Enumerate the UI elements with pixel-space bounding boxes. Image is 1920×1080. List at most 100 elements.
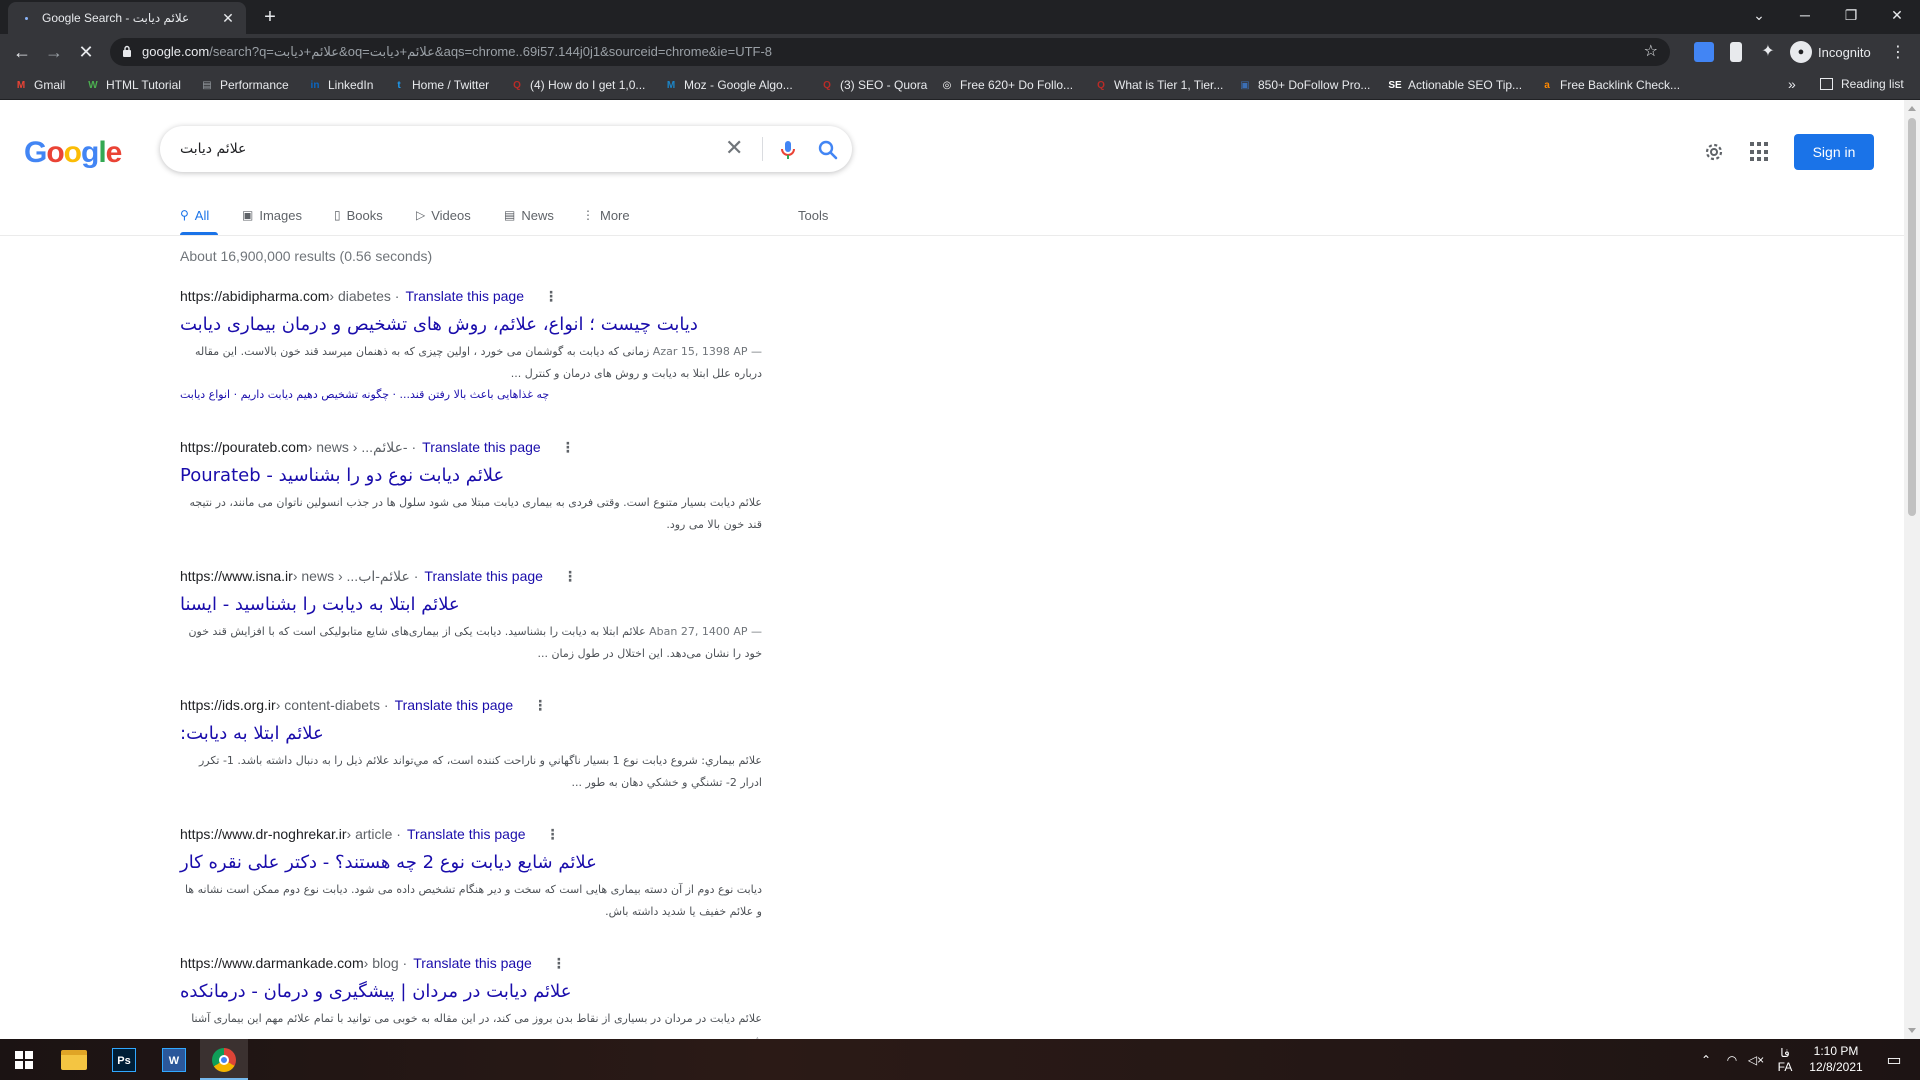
bookmark-item[interactable]: t Home / Twitter <box>392 77 489 93</box>
search-icon[interactable] <box>816 138 840 162</box>
bookmark-item[interactable]: ▤ Performance <box>200 77 288 93</box>
result-title-link[interactable]: علائم دیابت در مردان | پیشگیری و درمان -… <box>180 980 780 1004</box>
bookmark-item[interactable]: SE Actionable SEO Tip... <box>1388 77 1522 93</box>
bookmark-item[interactable]: Q (3) SEO - Quora <box>820 77 927 93</box>
tab-books[interactable]: ▯ Books <box>334 205 383 225</box>
bookmark-star-icon[interactable]: ☆ <box>1644 41 1658 61</box>
bookmark-item[interactable]: Q (4) How do I get 1,0... <box>510 77 645 93</box>
voice-search-icon[interactable] <box>776 138 800 162</box>
show-hidden-icons[interactable]: ⌃ <box>1694 1039 1718 1080</box>
result-path: › article <box>346 826 393 842</box>
browser-tab[interactable]: Google Search - علائم دیابت ✕ <box>8 2 246 34</box>
restore-button[interactable]: ❐ <box>1828 0 1874 30</box>
tools-tab[interactable]: Tools <box>798 205 828 225</box>
chrome-taskbar-button[interactable] <box>200 1039 248 1080</box>
clear-search-icon[interactable]: ✕ <box>725 135 743 161</box>
address-bar[interactable]: google.com/search?q=علائم+دیابت&oq=علائم… <box>110 38 1670 66</box>
result-menu-icon[interactable]: ⋮ <box>533 697 547 714</box>
input-language-indicator[interactable]: فا FA <box>1770 1039 1800 1080</box>
settings-gear-icon[interactable] <box>1702 140 1726 164</box>
file-explorer-taskbar-button[interactable] <box>50 1039 98 1080</box>
notifications-icon[interactable]: ▭ <box>1874 1039 1914 1080</box>
bookmark-label: 850+ DoFollow Pro... <box>1258 78 1371 92</box>
translate-link[interactable]: Translate this page <box>422 439 541 455</box>
search-box: ✕ <box>160 126 852 172</box>
bookmark-item[interactable]: a Free Backlink Check... <box>1540 77 1680 93</box>
tab-search-icon[interactable]: ⌄ <box>1736 0 1782 30</box>
photoshop-taskbar-button[interactable]: Ps <box>100 1039 148 1080</box>
tab-images[interactable]: ▣ Images <box>242 205 302 225</box>
bookmark-label: LinkedIn <box>328 78 374 92</box>
bookmark-label: Gmail <box>34 78 66 92</box>
volume-muted-icon[interactable]: ◁× <box>1744 1039 1768 1080</box>
result-menu-icon[interactable]: ⋮ <box>563 568 577 585</box>
result-url[interactable]: https://abidipharma.com › diabetes · Tran… <box>180 286 780 306</box>
extensions-puzzle-icon[interactable]: ✦ <box>1758 42 1778 62</box>
tab-more[interactable]: ⋮ More <box>582 205 630 225</box>
result-title-link[interactable]: علائم شایع دیابت نوع 2 چه هستند؟ - دکتر … <box>180 851 780 875</box>
bookmark-item[interactable]: ▣ 850+ DoFollow Pro... <box>1238 77 1370 93</box>
result-menu-icon[interactable]: ⋮ <box>552 955 566 972</box>
result-title-link[interactable]: علائم ابتلا به دیابت را بشناسید - ایسنا <box>180 593 780 617</box>
cite-separator: · <box>398 955 408 971</box>
result-url[interactable]: https://pourateb.com › news › ...علائم- … <box>180 437 780 457</box>
bookmark-item[interactable]: in LinkedIn <box>308 77 374 93</box>
gmail-icon: M <box>16 79 26 91</box>
incognito-indicator[interactable]: ● Incognito <box>1790 41 1871 63</box>
result-url[interactable]: https://www.isna.ir › news › ...علائم-اب… <box>180 566 780 586</box>
page-scrollbar[interactable] <box>1904 100 1920 1039</box>
bookmark-item[interactable]: W HTML Tutorial <box>86 77 181 93</box>
bookmark-item[interactable]: Q What is Tier 1, Tier... <box>1094 77 1223 93</box>
bookmark-item[interactable]: M Moz - Google Algo... <box>664 77 793 93</box>
scrollbar-thumb[interactable] <box>1908 118 1916 516</box>
stop-loading-button[interactable]: ✕ <box>74 40 98 64</box>
google-logo[interactable]: Google <box>24 136 122 170</box>
translate-link[interactable]: Translate this page <box>424 568 543 584</box>
translate-link[interactable]: Translate this page <box>405 288 524 304</box>
extension-icon[interactable] <box>1730 42 1742 62</box>
wifi-icon[interactable]: ◠ <box>1720 1039 1744 1080</box>
forward-button[interactable]: → <box>42 40 66 64</box>
result-url[interactable]: https://ids.org.ir › content-diabets · Tr… <box>180 695 780 715</box>
result-url[interactable]: https://www.darmankade.com › blog · Trans… <box>180 953 780 973</box>
sign-in-button[interactable]: Sign in <box>1794 134 1874 170</box>
active-tab-indicator <box>180 232 218 235</box>
search-result: https://www.darmankade.com › blog · Trans… <box>180 953 780 1040</box>
result-site: https://ids.org.ir <box>180 697 276 713</box>
result-menu-icon[interactable]: ⋮ <box>546 826 560 843</box>
start-button[interactable] <box>0 1039 48 1080</box>
close-tab-icon[interactable]: ✕ <box>220 10 236 26</box>
result-menu-icon[interactable]: ⋮ <box>544 288 558 305</box>
bookmark-item[interactable]: ◎ Free 620+ Do Follo... <box>940 77 1073 93</box>
close-window-button[interactable]: ✕ <box>1874 0 1920 30</box>
reading-list-button[interactable]: Reading list <box>1820 77 1904 91</box>
system-clock[interactable]: 1:10 PM 12/8/2021 <box>1806 1043 1866 1075</box>
back-button[interactable]: ← <box>10 40 34 64</box>
scroll-down-arrow[interactable] <box>1908 1028 1916 1033</box>
scroll-up-arrow[interactable] <box>1908 106 1916 111</box>
bookmark-item[interactable]: M Gmail <box>14 77 66 93</box>
translate-link[interactable]: Translate this page <box>395 697 514 713</box>
chrome-menu-icon[interactable]: ⋮ <box>1890 42 1906 62</box>
result-url[interactable]: https://www.dr-noghrekar.ir › article · T… <box>180 824 780 844</box>
news-icon: ▤ <box>504 208 516 222</box>
cite-separator: · <box>380 697 389 713</box>
search-input[interactable] <box>180 136 720 162</box>
more-bookmarks-icon[interactable]: » <box>1788 76 1796 92</box>
result-title-link[interactable]: علائم دیابت نوع دو را بشناسید - Pourateb <box>180 464 780 488</box>
result-title-link[interactable]: علائم ابتلا به دیابت: <box>180 722 780 746</box>
tab-all[interactable]: ⚲ All <box>180 205 209 225</box>
word-taskbar-button[interactable]: W <box>150 1039 198 1080</box>
result-title-link[interactable]: دیابت چیست ؛ انواع، علائم، روش های تشخیص… <box>180 313 780 337</box>
tab-videos[interactable]: ▷ Videos <box>416 205 471 225</box>
translate-link[interactable]: Translate this page <box>407 826 526 842</box>
translate-extension-icon[interactable] <box>1694 42 1714 62</box>
new-tab-button[interactable]: + <box>258 6 282 30</box>
minimize-button[interactable]: ─ <box>1782 0 1828 30</box>
tab-news[interactable]: ▤ News <box>504 205 554 225</box>
result-menu-icon[interactable]: ⋮ <box>561 439 575 456</box>
windows-taskbar: Ps W ⌃ ◠ ◁× فا FA 1:10 PM 12/8/2021 ▭ <box>0 1039 1920 1080</box>
translate-link[interactable]: Translate this page <box>413 955 532 971</box>
result-sublinks[interactable]: چه غذاهایی باعث بالا رفتن قند... · چگونه… <box>180 385 780 405</box>
google-apps-icon[interactable] <box>1750 142 1770 162</box>
